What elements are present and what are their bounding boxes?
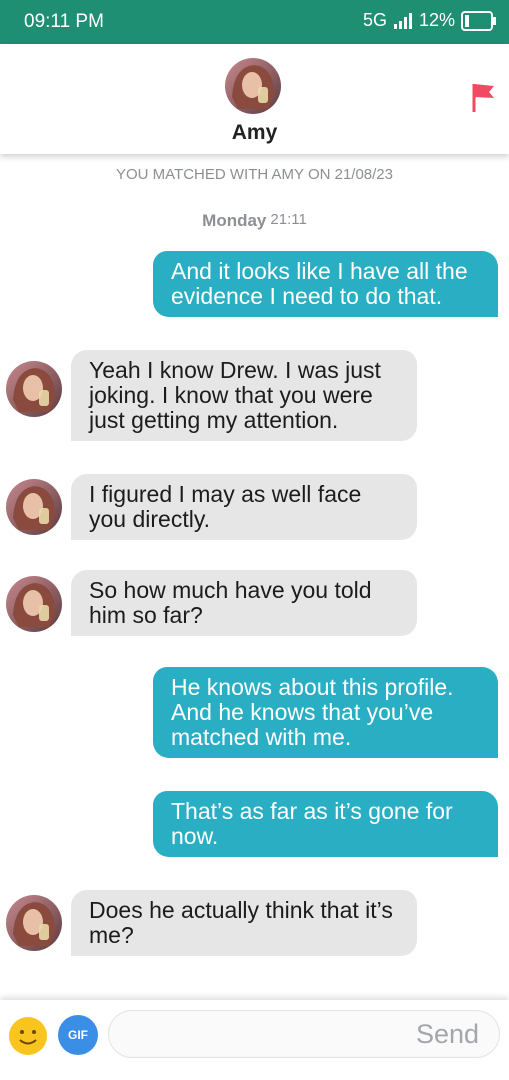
outgoing-message: He knows about this profile. And he know… bbox=[153, 667, 498, 758]
network-label: 5G bbox=[362, 10, 387, 30]
status-indicators: 5G 12% bbox=[363, 10, 497, 31]
battery-icon bbox=[461, 10, 496, 31]
message-composer: GIF Send bbox=[0, 1000, 509, 1080]
incoming-message: I figured I may as well face you directl… bbox=[71, 474, 417, 540]
match-note: YOU MATCHED WITH AMY ON 21/08/23 bbox=[115, 166, 393, 183]
chat-header: Amy bbox=[0, 44, 509, 154]
outgoing-message: And it looks like I have all the evidenc… bbox=[153, 251, 498, 317]
message-list[interactable]: YOU MATCHED WITH AMY ON 21/08/23 Monday 2… bbox=[0, 154, 509, 1000]
day-label: Monday bbox=[202, 211, 267, 230]
outgoing-message: That’s as far as it’s gone for now. bbox=[153, 791, 498, 857]
status-bar: 09:11 PM 5G 12% bbox=[0, 0, 509, 44]
send-button[interactable]: Send bbox=[416, 1019, 479, 1050]
incoming-message: So how much have you told him so far? bbox=[71, 570, 417, 636]
day-time: 21:11 bbox=[270, 211, 307, 228]
flag-icon[interactable] bbox=[470, 82, 498, 114]
status-time: 09:11 PM bbox=[24, 11, 104, 32]
incoming-message: Yeah I know Drew. I was just joking. I k… bbox=[71, 350, 417, 441]
emoji-icon[interactable] bbox=[8, 1016, 48, 1056]
amy-avatar[interactable] bbox=[5, 894, 63, 952]
amy-avatar[interactable] bbox=[224, 57, 282, 115]
battery-percent: 12% bbox=[418, 10, 455, 30]
message-input[interactable] bbox=[123, 1019, 407, 1051]
amy-avatar[interactable] bbox=[5, 478, 63, 536]
gif-button[interactable]: GIF bbox=[58, 1015, 98, 1055]
signal-icon bbox=[393, 12, 412, 29]
incoming-message: Does he actually think that it’s me? bbox=[71, 890, 417, 956]
contact-name: Amy bbox=[231, 121, 278, 144]
message-input-box[interactable]: Send bbox=[108, 1010, 500, 1058]
day-separator: Monday 21:11 bbox=[0, 211, 509, 231]
amy-avatar[interactable] bbox=[5, 575, 63, 633]
amy-avatar[interactable] bbox=[5, 360, 63, 418]
